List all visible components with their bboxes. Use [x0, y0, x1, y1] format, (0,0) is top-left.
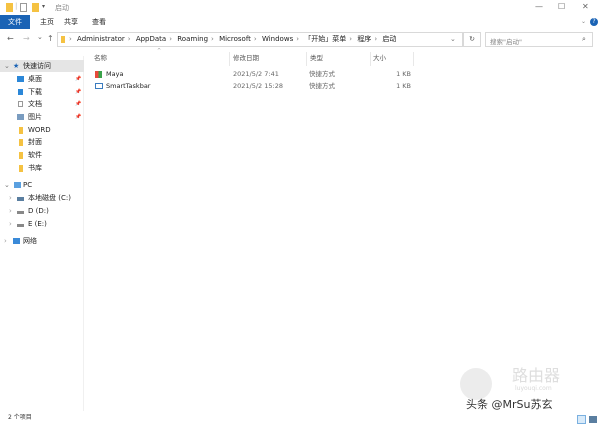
forward-button[interactable]: → — [23, 34, 30, 43]
download-icon — [18, 89, 23, 95]
sidebar-item-drive-c[interactable]: › 本地磁盘 (C:) — [0, 192, 84, 204]
crumb-programs[interactable]: 程序 — [357, 35, 371, 43]
address-history-icon[interactable]: ⌄ — [450, 35, 456, 43]
minimize-button[interactable]: — — [535, 2, 543, 11]
pin-icon: 📌 — [75, 76, 82, 82]
sidebar-item-cover[interactable]: 封面 — [0, 136, 84, 148]
maya-shortcut-icon — [95, 71, 102, 78]
drive-icon — [17, 211, 24, 214]
folder-icon — [19, 139, 23, 146]
sidebar-item-downloads[interactable]: 下载 📌 — [0, 86, 84, 98]
up-button[interactable]: ↑ — [47, 34, 54, 43]
watermark-credit: 头条 @MrSu苏玄 — [466, 398, 553, 411]
sidebar-item-desktop[interactable]: 桌面 📌 — [0, 73, 84, 85]
document-icon — [18, 101, 23, 107]
column-divider[interactable] — [413, 52, 414, 66]
tab-share[interactable]: 共享 — [60, 15, 82, 29]
watermark-site: luyouqi.com — [515, 385, 552, 392]
drive-icon — [17, 197, 24, 201]
pin-icon: 📌 — [75, 101, 82, 107]
crumb-start-menu[interactable]: 「开始」菜单 — [304, 35, 346, 43]
window-title: 启动 — [55, 4, 69, 12]
watermark-brand: 路由器 — [512, 366, 561, 385]
crumb-microsoft[interactable]: Microsoft — [219, 35, 251, 43]
column-header-size[interactable]: 大小 — [373, 52, 386, 64]
navigation-pane: ⌄ ★ 快速访问 桌面 📌 下载 📌 文档 📌 图片 📌 WORD 封面 软件 书库 ⌄… — [0, 56, 84, 411]
column-header-type[interactable]: 类型 — [310, 52, 323, 64]
sidebar-item-network[interactable]: › 网络 — [0, 235, 84, 247]
tab-home[interactable]: 主页 — [36, 15, 58, 29]
sidebar-item-library[interactable]: 书库 — [0, 162, 84, 174]
file-row[interactable]: Maya 2021/5/2 7:41 快捷方式 1 KB — [91, 68, 411, 80]
search-placeholder: 搜索"启动" — [490, 38, 522, 46]
properties-icon[interactable] — [20, 3, 27, 12]
folder-icon — [6, 3, 13, 12]
sidebar-item-word[interactable]: WORD — [0, 124, 84, 136]
network-icon — [13, 238, 20, 244]
file-row[interactable]: SmartTaskbar 2021/5/2 15:28 快捷方式 1 KB — [91, 80, 411, 92]
title-bar: | ▾ 启动 — ☐ ✕ — [0, 0, 600, 15]
tab-view[interactable]: 查看 — [88, 15, 110, 29]
sidebar-item-pc[interactable]: ⌄ PC — [0, 179, 84, 191]
crumb-startup[interactable]: 启动 — [382, 35, 396, 43]
star-icon: ★ — [13, 62, 20, 70]
folder-icon — [61, 36, 65, 43]
search-icon[interactable]: ⌕ — [582, 35, 586, 44]
breadcrumb: › Administrator › AppData › Roaming › Micro… — [69, 35, 397, 43]
help-icon[interactable]: ? — [590, 18, 598, 26]
pin-icon: 📌 — [75, 114, 82, 120]
status-item-count: 2 个项目 — [8, 414, 32, 421]
close-button[interactable]: ✕ — [582, 2, 589, 11]
pin-icon: 📌 — [75, 89, 82, 95]
drive-icon — [17, 224, 24, 227]
sidebar-item-drive-e[interactable]: › E (E:) — [0, 218, 84, 230]
crumb-appdata[interactable]: AppData — [136, 35, 166, 43]
desktop-icon — [17, 76, 24, 82]
tab-file[interactable]: 文件 — [0, 15, 30, 29]
column-divider[interactable] — [370, 52, 371, 66]
column-divider[interactable] — [306, 52, 307, 66]
large-icons-view-button[interactable] — [589, 416, 597, 423]
column-divider[interactable] — [229, 52, 230, 66]
folder-icon — [19, 152, 23, 159]
pictures-icon — [17, 114, 24, 120]
folder-icon — [19, 127, 23, 134]
details-view-button[interactable] — [577, 415, 586, 424]
divider: | — [15, 2, 18, 10]
ribbon-tabs: 文件 主页 共享 查看 ⌄ ? — [0, 15, 600, 29]
new-folder-icon[interactable] — [32, 3, 39, 12]
address-bar[interactable]: › Administrator › AppData › Roaming › Micro… — [57, 32, 463, 47]
sidebar-item-documents[interactable]: 文档 📌 — [0, 98, 84, 110]
sidebar-item-pictures[interactable]: 图片 📌 — [0, 111, 84, 123]
folder-icon — [19, 165, 23, 172]
sidebar-item-quick-access[interactable]: ⌄ ★ 快速访问 — [0, 60, 84, 72]
computer-icon — [14, 182, 21, 188]
sidebar-item-software[interactable]: 软件 — [0, 149, 84, 161]
expand-ribbon-icon[interactable]: ⌄ — [581, 18, 586, 25]
column-header-name[interactable]: 名称 — [94, 52, 107, 64]
smarttaskbar-shortcut-icon — [95, 83, 103, 89]
crumb-administrator[interactable]: Administrator — [77, 35, 125, 43]
crumb-roaming[interactable]: Roaming — [177, 35, 208, 43]
refresh-button[interactable]: ↻ — [463, 32, 481, 47]
customize-qat-icon[interactable]: ▾ — [42, 3, 45, 10]
maximize-button[interactable]: ☐ — [558, 2, 565, 11]
search-input[interactable]: 搜索"启动" ⌕ — [485, 32, 593, 47]
back-button[interactable]: ← — [7, 34, 14, 43]
sort-ascending-icon: ^ — [157, 48, 162, 54]
recent-locations-button[interactable]: ⌄ — [37, 33, 43, 41]
crumb-windows[interactable]: Windows — [262, 35, 293, 43]
column-header-date[interactable]: 修改日期 — [233, 52, 259, 64]
sidebar-item-drive-d[interactable]: › D (D:) — [0, 205, 84, 217]
